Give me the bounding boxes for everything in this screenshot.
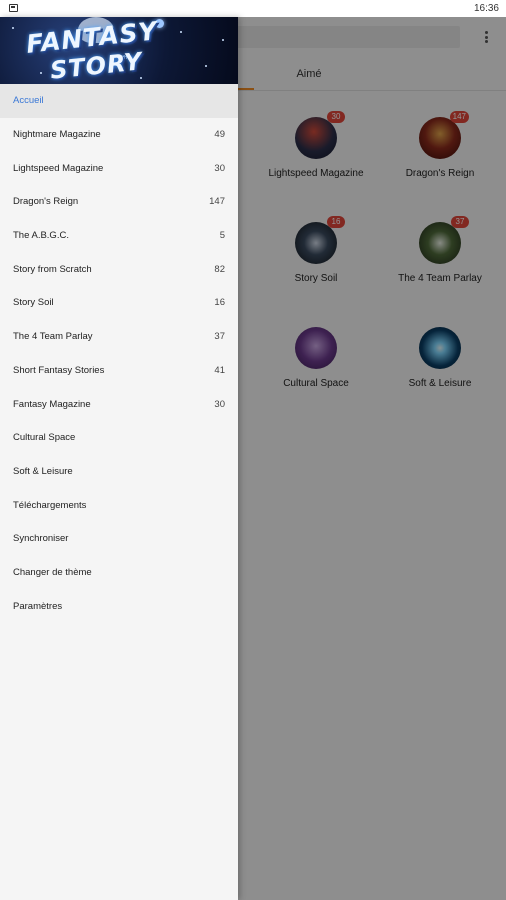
drawer-item-label: Paramètres (13, 600, 63, 612)
drawer-item-count: 49 (214, 129, 225, 141)
drawer-item-story-from-scratch[interactable]: Story from Scratch 82 (0, 252, 238, 286)
drawer-item-count: 147 (209, 196, 225, 208)
drawer-item-count: 30 (214, 398, 225, 410)
drawer-item-label: Changer de thème (13, 566, 92, 578)
drawer-item-nightmare-magazine[interactable]: Nightmare Magazine 49 (0, 118, 238, 152)
drawer-item-label: Story from Scratch (13, 263, 92, 275)
drawer-item-label: Synchroniser (13, 533, 69, 545)
drawer-item-soft-leisure[interactable]: Soft & Leisure (0, 455, 238, 489)
drawer-menu: Accueil Nightmare Magazine 49 Lightspeed… (0, 84, 238, 623)
drawer-item-label: Cultural Space (13, 432, 76, 444)
drawer-item-count: 41 (214, 364, 225, 376)
drawer-item-count: 5 (219, 230, 225, 242)
fantasy-story-logo-banner: FANTASY with STORY (0, 17, 238, 84)
drawer-item-dragons-reign[interactable]: Dragon's Reign 147 (0, 185, 238, 219)
drawer-item-lightspeed-magazine[interactable]: Lightspeed Magazine 30 (0, 151, 238, 185)
drawer-item-label: Accueil (13, 95, 44, 107)
drawer-item-count: 16 (214, 297, 225, 309)
drawer-item-label: The A.B.G.C. (13, 230, 69, 242)
drawer-item-4-team-parlay[interactable]: The 4 Team Parlay 37 (0, 320, 238, 354)
drawer-item-label: Story Soil (13, 297, 54, 309)
drawer-item-short-fantasy-stories[interactable]: Short Fantasy Stories 41 (0, 354, 238, 388)
drawer-item-label: The 4 Team Parlay (13, 331, 93, 343)
status-time: 16:36 (473, 3, 499, 14)
drawer-item-label: Téléchargements (13, 499, 87, 511)
drawer-item-label: Dragon's Reign (13, 196, 79, 208)
drawer-item-label: Soft & Leisure (13, 465, 73, 477)
drawer-item-fantasy-magazine[interactable]: Fantasy Magazine 30 (0, 387, 238, 421)
drawer-item-downloads[interactable]: Téléchargements (0, 488, 238, 522)
image-notification-icon (9, 4, 18, 12)
drawer-item-label: Lightspeed Magazine (13, 162, 104, 174)
status-bar: 16:36 (0, 0, 506, 17)
drawer-item-change-theme[interactable]: Changer de thème (0, 556, 238, 590)
drawer-item-count: 30 (214, 162, 225, 174)
drawer-item-label: Short Fantasy Stories (13, 364, 105, 376)
drawer-item-count: 37 (214, 331, 225, 343)
drawer-item-accueil[interactable]: Accueil (0, 84, 238, 118)
navigation-drawer: FANTASY with STORY Accueil Nightmare Mag… (0, 17, 238, 900)
drawer-item-cultural-space[interactable]: Cultural Space (0, 421, 238, 455)
drawer-item-synchronize[interactable]: Synchroniser (0, 522, 238, 556)
drawer-item-abgc[interactable]: The A.B.G.C. 5 (0, 219, 238, 253)
drawer-item-label: Nightmare Magazine (13, 129, 101, 141)
drawer-item-label: Fantasy Magazine (13, 398, 91, 410)
drawer-item-story-soil[interactable]: Story Soil 16 (0, 286, 238, 320)
drawer-item-settings[interactable]: Paramètres (0, 589, 238, 623)
drawer-item-count: 82 (214, 263, 225, 275)
